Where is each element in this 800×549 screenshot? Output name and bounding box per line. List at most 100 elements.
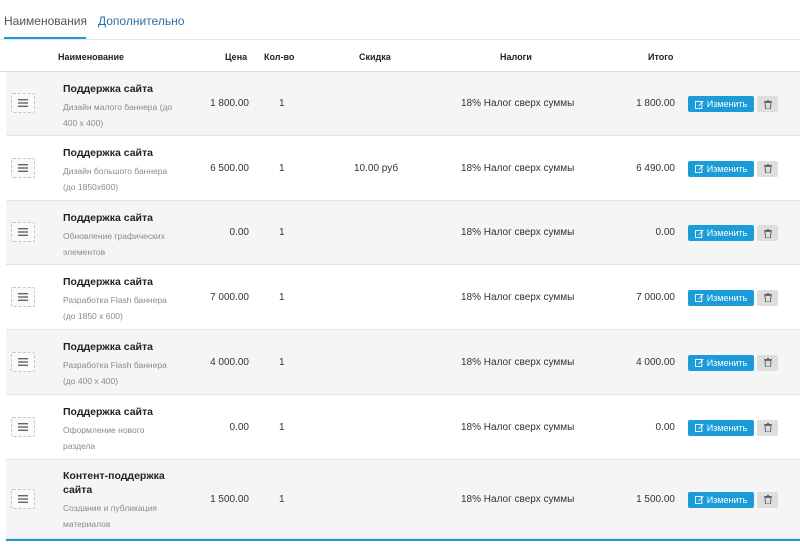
edit-icon — [694, 100, 704, 109]
item-description: Дизайн большого баннера (до 1850x600) — [63, 166, 168, 192]
trash-icon — [763, 495, 772, 504]
item-total: 0.00 — [655, 421, 675, 433]
trash-icon — [763, 164, 772, 173]
tab-additional[interactable]: Дополнительно — [98, 14, 184, 28]
item-tax: 18% Налог сверх суммы — [461, 356, 575, 368]
item-name: Поддержка сайта — [63, 212, 153, 224]
trash-icon — [763, 293, 772, 302]
edit-button[interactable]: Изменить — [688, 289, 754, 306]
active-tab-indicator — [4, 37, 86, 39]
item-qty: 1 — [279, 227, 285, 238]
item-name: Поддержка сайта — [63, 406, 153, 418]
drag-handle-icon[interactable] — [11, 222, 35, 242]
table-row: Поддержка сайта Разработка Flash баннера… — [6, 330, 800, 395]
item-name: Контент-поддержка сайта — [63, 470, 165, 496]
item-discount: 10.00 руб — [354, 162, 399, 174]
edit-icon — [694, 229, 704, 238]
edit-icon — [694, 495, 704, 504]
table-header: Наименование Цена Кол-во Скидка Налоги И… — [0, 41, 800, 72]
edit-icon — [694, 423, 704, 432]
table-row: Контент-поддержка сайта Создание и публи… — [6, 460, 800, 539]
tab-bar: Наименования Дополнительно — [0, 0, 800, 40]
edit-icon — [694, 293, 704, 302]
table-row: Поддержка сайта Обновление графических э… — [6, 201, 800, 265]
item-name: Поддержка сайта — [63, 341, 153, 353]
item-total: 1 800.00 — [636, 98, 675, 109]
drag-handle-icon[interactable] — [11, 93, 35, 113]
column-qty: Кол-во — [264, 52, 295, 62]
drag-handle-icon[interactable] — [11, 157, 35, 178]
column-total: Итого — [648, 52, 674, 62]
item-tax: 18% Налог сверх суммы — [461, 493, 575, 505]
table-row: Поддержка сайта Дизайн большого баннера … — [6, 136, 800, 201]
edit-button[interactable]: Изменить — [688, 419, 754, 436]
edit-label: Изменить — [706, 422, 748, 433]
item-name: Поддержка сайта — [63, 276, 153, 288]
edit-icon — [694, 164, 704, 173]
item-tax: 18% Налог сверх суммы — [461, 421, 575, 433]
edit-label: Изменить — [706, 163, 748, 174]
edit-label: Изменить — [706, 292, 748, 303]
trash-icon — [763, 423, 772, 432]
drag-handle-icon[interactable] — [11, 416, 35, 437]
item-name: Поддержка сайта — [63, 83, 153, 95]
table-row: Поддержка сайта Разработка Flash баннера… — [6, 265, 800, 330]
edit-label: Изменить — [706, 99, 748, 109]
trash-icon — [763, 358, 772, 367]
item-qty: 1 — [279, 493, 285, 505]
item-price: 1 800.00 — [210, 98, 249, 109]
delete-button[interactable] — [757, 225, 778, 241]
edit-button[interactable]: Изменить — [688, 491, 754, 508]
table-bottom-border — [6, 539, 800, 541]
item-tax: 18% Налог сверх суммы — [461, 98, 575, 109]
item-tax: 18% Налог сверх суммы — [461, 162, 575, 174]
column-name: Наименование — [58, 52, 125, 62]
item-price: 6 500.00 — [210, 162, 249, 174]
column-discount: Скидка — [359, 52, 391, 62]
item-price: 1 500.00 — [210, 493, 249, 505]
item-tax: 18% Налог сверх суммы — [461, 291, 575, 303]
table-row: Поддержка сайта Дизайн малого баннера (д… — [6, 72, 800, 136]
column-price: Цена — [225, 52, 248, 62]
item-name: Поддержка сайта — [63, 147, 153, 159]
edit-label: Изменить — [706, 228, 748, 238]
column-tax: Налоги — [500, 52, 532, 62]
item-description: Оформление нового раздела — [63, 425, 145, 451]
delete-button[interactable] — [757, 419, 778, 436]
delete-button[interactable] — [757, 160, 778, 177]
item-qty: 1 — [279, 421, 285, 433]
item-qty: 1 — [279, 98, 285, 109]
delete-button[interactable] — [757, 491, 778, 508]
item-description: Разработка Flash баннера (до 1850 х 600) — [63, 295, 167, 321]
item-qty: 1 — [279, 162, 285, 174]
item-total: 7 000.00 — [636, 291, 675, 303]
edit-button[interactable]: Изменить — [688, 354, 754, 371]
item-description: Обновление графических элементов — [63, 231, 165, 257]
item-qty: 1 — [279, 291, 285, 303]
trash-icon — [763, 228, 772, 238]
drag-handle-icon[interactable] — [11, 351, 35, 372]
item-price: 0.00 — [229, 227, 249, 238]
edit-icon — [694, 358, 704, 367]
item-description: Создание и публикация материалов — [63, 503, 157, 529]
trash-icon — [763, 99, 772, 109]
edit-label: Изменить — [706, 357, 748, 368]
tab-items[interactable]: Наименования — [4, 14, 87, 28]
item-description: Разработка Flash баннера (до 400 х 400) — [63, 360, 167, 386]
item-total: 0.00 — [655, 227, 675, 238]
delete-button[interactable] — [757, 289, 778, 306]
drag-handle-icon[interactable] — [11, 286, 35, 307]
item-total: 6 490.00 — [636, 162, 675, 174]
delete-button[interactable] — [757, 354, 778, 371]
edit-button[interactable]: Изменить — [688, 160, 754, 177]
item-tax: 18% Налог сверх суммы — [461, 227, 575, 238]
delete-button[interactable] — [757, 96, 778, 112]
item-total: 1 500.00 — [636, 493, 675, 505]
edit-button[interactable]: Изменить — [688, 225, 754, 241]
edit-button[interactable]: Изменить — [688, 96, 754, 112]
item-qty: 1 — [279, 356, 285, 368]
item-price: 0.00 — [229, 421, 249, 433]
table-row: Поддержка сайта Оформление нового раздел… — [6, 395, 800, 460]
drag-handle-icon[interactable] — [11, 488, 35, 509]
item-total: 4 000.00 — [636, 356, 675, 368]
